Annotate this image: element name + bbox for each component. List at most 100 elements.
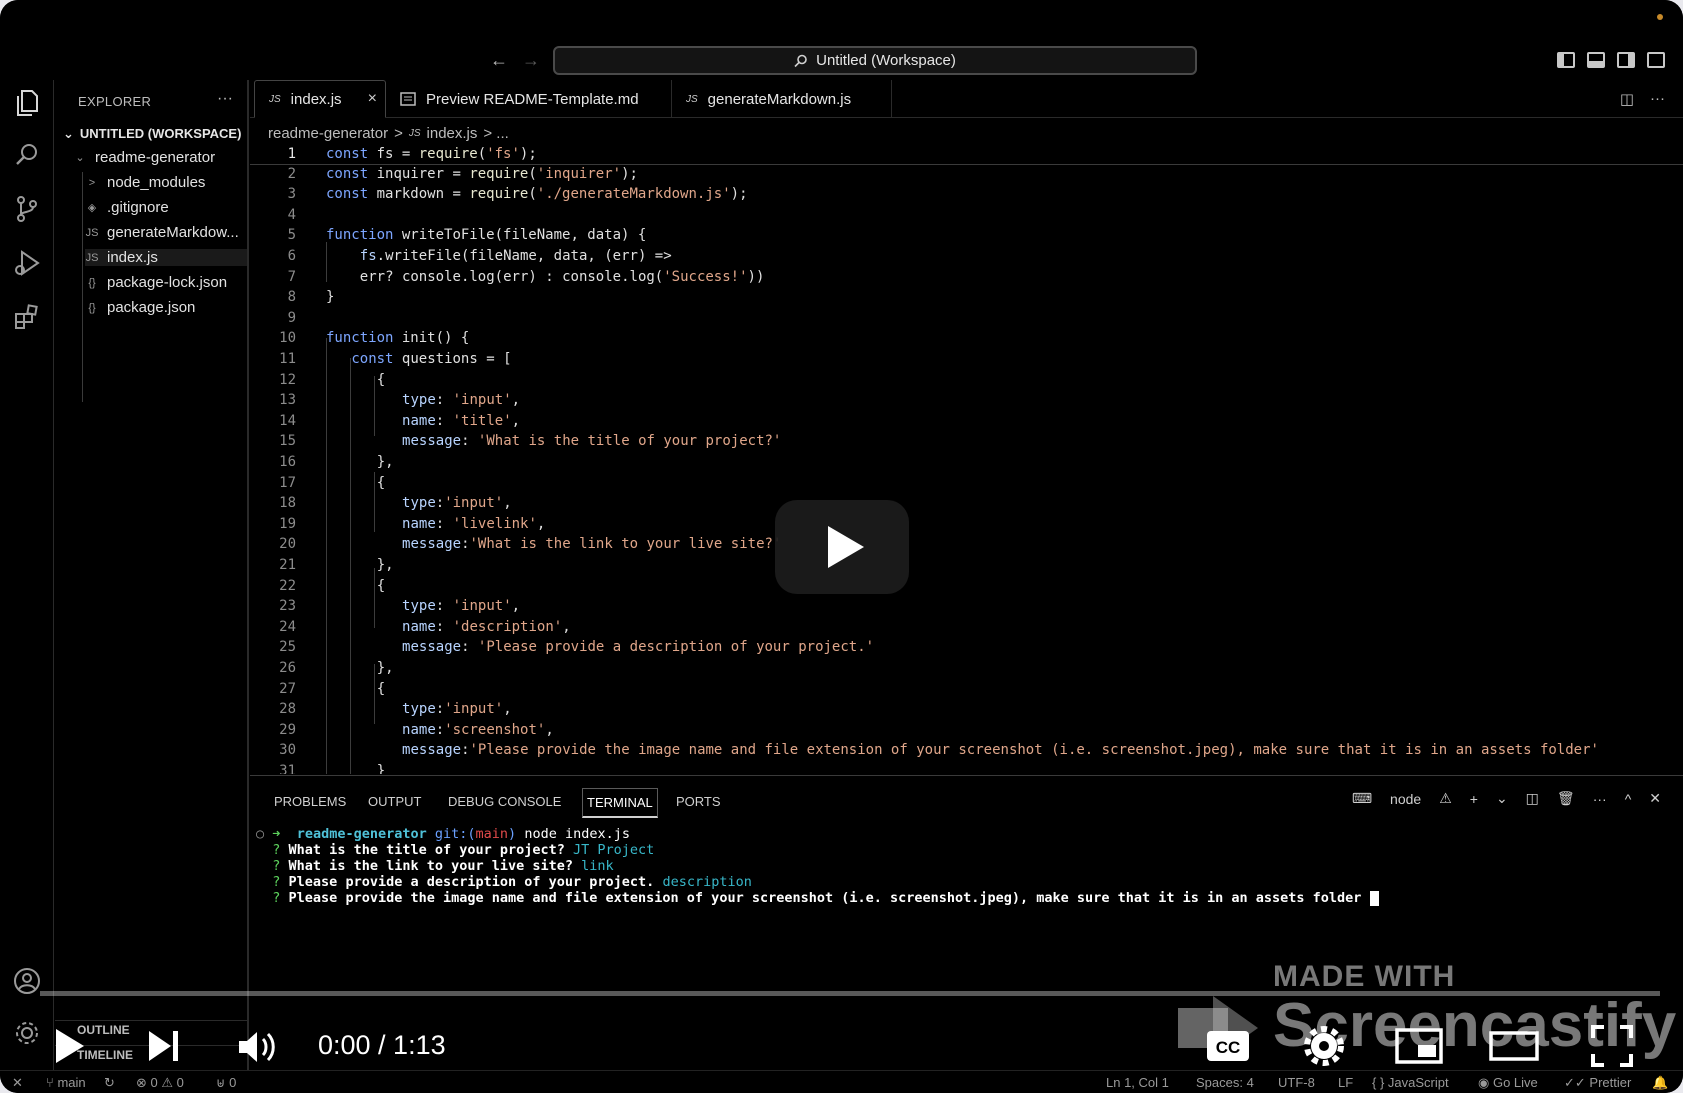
tree-item-gitignore[interactable]: ◈ .gitignore bbox=[85, 199, 169, 216]
split-terminal-icon[interactable]: ◫ bbox=[1526, 790, 1539, 807]
line-number: 24 bbox=[279, 618, 296, 635]
search-icon[interactable] bbox=[10, 138, 44, 172]
remote-indicator[interactable]: ✕ bbox=[12, 1075, 23, 1091]
run-debug-icon[interactable] bbox=[10, 246, 44, 280]
code-token: 'input' bbox=[452, 392, 512, 409]
command-text: node index.js bbox=[524, 826, 630, 842]
js-file-icon: JS bbox=[408, 128, 421, 139]
tab-ports[interactable]: PORTS bbox=[672, 788, 725, 815]
code-editor[interactable]: 1 const fs = require('fs'); 2 const inquire… bbox=[250, 146, 1683, 774]
explorer-more-button[interactable]: ··· bbox=[217, 90, 233, 108]
forward-button[interactable]: → bbox=[522, 50, 540, 71]
video-volume-button[interactable] bbox=[236, 1028, 280, 1071]
tab-problems[interactable]: PROBLEMS bbox=[270, 788, 350, 815]
manage-gear-icon[interactable] bbox=[10, 1016, 44, 1050]
cursor-position[interactable]: Ln 1, Col 1 bbox=[1106, 1075, 1169, 1090]
notifications-icon[interactable]: 🔔 bbox=[1652, 1075, 1668, 1091]
extensions-icon[interactable] bbox=[10, 300, 44, 334]
toggle-sidebar-icon[interactable] bbox=[1557, 52, 1575, 68]
new-terminal-button[interactable]: + bbox=[1470, 791, 1478, 807]
theater-mode-button[interactable] bbox=[1488, 1026, 1540, 1071]
js-file-icon: JS bbox=[85, 226, 99, 239]
editor-tab-bar: JS index.js × Preview README-Template.md… bbox=[250, 80, 1683, 118]
video-play-small-button[interactable] bbox=[52, 1026, 88, 1071]
terminal-name[interactable]: node bbox=[1390, 791, 1421, 807]
tree-item-index-js[interactable]: JS index.js bbox=[85, 249, 247, 266]
breadcrumb-file[interactable]: index.js bbox=[427, 125, 478, 142]
back-button[interactable]: ← bbox=[490, 50, 508, 71]
kill-terminal-icon[interactable]: 🗑 bbox=[1557, 790, 1575, 807]
code-token: 'Success!' bbox=[663, 268, 748, 285]
code-line: 23 type: 'input', bbox=[250, 598, 1683, 618]
close-icon[interactable]: × bbox=[368, 90, 377, 108]
fullscreen-button[interactable] bbox=[1590, 1024, 1634, 1073]
line-number: 11 bbox=[279, 351, 296, 367]
code-token: 'What is the title of your project?' bbox=[477, 433, 782, 450]
tree-item-package-lock[interactable]: {} package-lock.json bbox=[85, 274, 227, 291]
line-number: 16 bbox=[279, 454, 296, 470]
miniplayer-button[interactable] bbox=[1394, 1026, 1444, 1071]
ports-indicator[interactable]: ⊎ 0 bbox=[216, 1075, 236, 1091]
code-token: name bbox=[402, 515, 436, 532]
tab-generatemarkdown[interactable]: JS generateMarkdown.js bbox=[672, 80, 892, 118]
problems-indicator[interactable]: ⊗ 0 ⚠ 0 bbox=[136, 1075, 184, 1091]
line-number: 4 bbox=[287, 206, 296, 223]
prettier-status[interactable]: ✓✓ Prettier bbox=[1564, 1075, 1631, 1091]
tree-item-node-modules[interactable]: > node_modules bbox=[85, 174, 206, 191]
more-actions-icon[interactable]: ··· bbox=[1650, 90, 1665, 108]
toggle-panel-icon[interactable] bbox=[1587, 52, 1605, 68]
video-settings-gear-icon[interactable] bbox=[1302, 1024, 1346, 1073]
explorer-icon[interactable] bbox=[10, 86, 44, 120]
warning-icon: ⚠ bbox=[1439, 790, 1452, 806]
panel-more-icon[interactable]: ··· bbox=[1593, 791, 1607, 807]
account-icon[interactable] bbox=[10, 964, 44, 998]
code-token: : bbox=[435, 598, 453, 615]
code-line: 3 const markdown = require('./generateMar… bbox=[250, 186, 1683, 206]
code-line: 8} bbox=[250, 289, 1683, 309]
code-text: message: 'What is the title of your proj… bbox=[402, 433, 781, 449]
tab-preview-readme[interactable]: Preview README-Template.md bbox=[386, 80, 672, 118]
folder-readme-generator[interactable]: ⌄ readme-generator bbox=[73, 149, 215, 166]
line-number: 20 bbox=[279, 536, 296, 553]
split-editor-icon[interactable]: ◫ bbox=[1620, 90, 1634, 108]
tab-index-js[interactable]: JS index.js × bbox=[254, 80, 386, 118]
maximize-panel-icon[interactable]: ^ bbox=[1625, 791, 1632, 807]
terminal-output[interactable]: ○ ➜ readme-generator git:(main) node ind… bbox=[256, 826, 1379, 906]
terminal-dropdown-icon[interactable]: ⌄ bbox=[1496, 790, 1508, 807]
branch-indicator[interactable]: ⑂ main bbox=[46, 1075, 86, 1090]
tab-output[interactable]: OUTPUT bbox=[364, 788, 425, 815]
source-control-icon[interactable] bbox=[10, 192, 44, 226]
line-ending[interactable]: LF bbox=[1338, 1075, 1353, 1090]
tab-debug-console[interactable]: DEBUG CONSOLE bbox=[444, 788, 565, 815]
code-text: name: 'description', bbox=[402, 619, 571, 635]
workspace-section[interactable]: ⌄ UNTITLED (WORKSPACE) bbox=[63, 126, 241, 142]
video-progress-bar[interactable] bbox=[40, 991, 1660, 996]
toggle-secondary-sidebar-icon[interactable] bbox=[1617, 52, 1635, 68]
code-text: const inquirer = require('inquirer'); bbox=[326, 166, 638, 182]
line-number: 13 bbox=[279, 392, 296, 409]
line-number: 17 bbox=[279, 474, 296, 491]
customize-layout-icon[interactable] bbox=[1647, 52, 1665, 68]
sync-icon[interactable]: ↻ bbox=[104, 1075, 115, 1091]
code-line: 5 function writeToFile(fileName, data) { bbox=[250, 227, 1683, 247]
close-panel-icon[interactable]: ✕ bbox=[1649, 790, 1661, 807]
indentation[interactable]: Spaces: 4 bbox=[1196, 1075, 1254, 1090]
language-mode[interactable]: { } JavaScript bbox=[1372, 1075, 1449, 1090]
code-token: : bbox=[435, 515, 453, 532]
recording-dot bbox=[1657, 14, 1663, 20]
code-token: 'title' bbox=[452, 412, 512, 429]
encoding[interactable]: UTF-8 bbox=[1278, 1075, 1315, 1090]
code-token: 'Please provide a description of your pr… bbox=[477, 639, 875, 656]
tab-terminal[interactable]: TERMINAL bbox=[582, 788, 658, 818]
breadcrumb-folder[interactable]: readme-generator bbox=[268, 125, 388, 142]
tree-item-generatemarkdown[interactable]: JS generateMarkdow... bbox=[85, 224, 239, 241]
video-play-button[interactable] bbox=[775, 500, 909, 594]
command-center[interactable]: Untitled (Workspace) bbox=[553, 46, 1197, 75]
captions-button[interactable]: CC bbox=[1205, 1028, 1251, 1069]
code-token: const bbox=[326, 165, 369, 182]
go-live-button[interactable]: ◉ Go Live bbox=[1478, 1075, 1538, 1091]
go-live-label: Go Live bbox=[1492, 1075, 1538, 1090]
tree-item-package-json[interactable]: {} package.json bbox=[85, 299, 195, 316]
explorer-sidebar: EXPLORER ··· ⌄ UNTITLED (WORKSPACE) ⌄ re… bbox=[55, 80, 249, 1070]
video-next-button[interactable] bbox=[146, 1028, 182, 1069]
